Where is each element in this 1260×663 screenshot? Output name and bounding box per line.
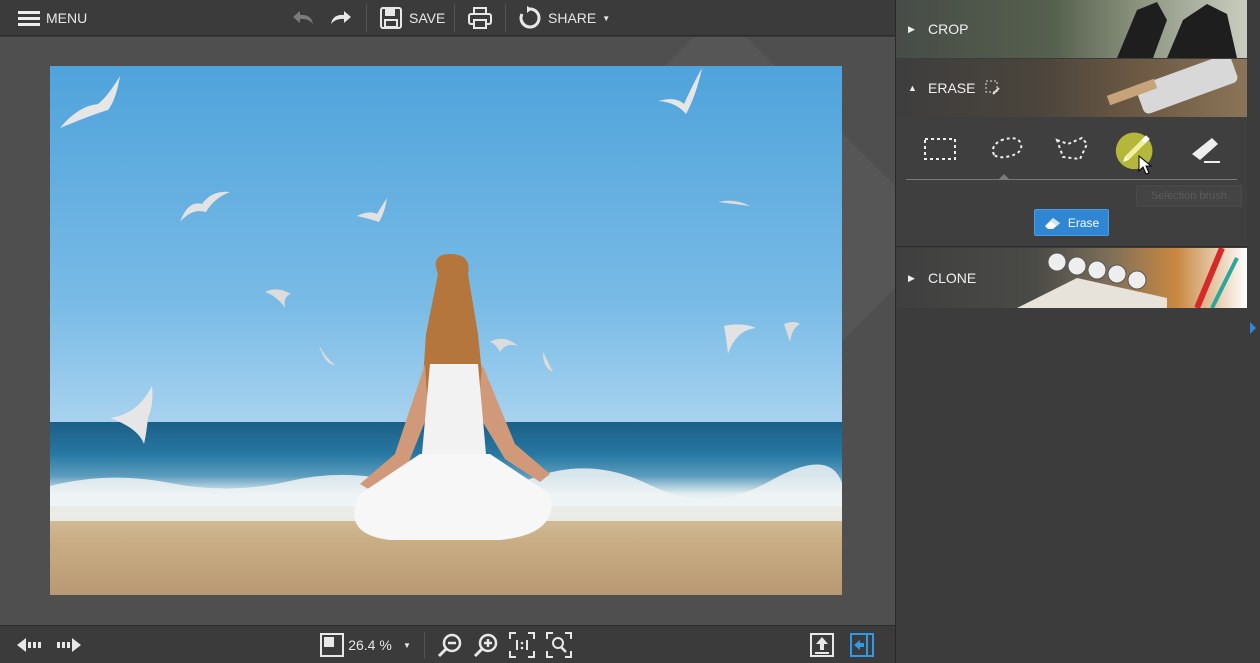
seagull	[718, 200, 750, 206]
seagull	[543, 352, 553, 372]
share-button[interactable]: SHARE ▼	[518, 0, 610, 36]
section-clone[interactable]: ▶ CLONE	[896, 248, 1247, 308]
seagull	[319, 345, 335, 365]
undo-button[interactable]	[290, 0, 316, 36]
toolbar-divider	[454, 4, 455, 32]
section-label: ERASE	[928, 80, 976, 96]
tools-panel: ▶ CROP ▲ ERASE Selection brush Erase ▶ C…	[895, 0, 1260, 663]
print-icon	[468, 7, 492, 29]
panel-scroll-indicator[interactable]	[1250, 322, 1256, 334]
zoom-in-icon	[473, 633, 498, 658]
next-image-button[interactable]	[52, 626, 84, 663]
share-icon	[519, 6, 541, 29]
menu-label: MENU	[46, 10, 88, 26]
save-icon	[380, 7, 402, 29]
fit-to-window-button[interactable]	[318, 626, 346, 663]
share-label: SHARE	[548, 10, 597, 26]
toolbar-divider	[505, 4, 506, 32]
erase-mode-icon	[985, 80, 1001, 95]
seagull	[658, 68, 702, 114]
save-label: SAVE	[409, 10, 446, 26]
polygon-selection-icon	[1055, 136, 1089, 161]
erase-brush-tool[interactable]	[1182, 129, 1226, 169]
bottom-toolbar: 26.4 % ▼	[0, 625, 895, 663]
zoom-out-button[interactable]	[436, 626, 464, 663]
undo-icon	[293, 11, 313, 24]
bottom-divider	[424, 632, 425, 658]
eraser-icon	[1044, 217, 1060, 229]
actual-size-button[interactable]	[508, 626, 536, 663]
selection-brush-tool[interactable]	[1114, 129, 1158, 175]
zoom-out-icon	[437, 633, 462, 658]
lasso-selection-tool[interactable]	[984, 129, 1028, 169]
seagull	[357, 198, 387, 222]
save-button[interactable]: SAVE	[379, 0, 445, 36]
chevron-down-icon: ▼	[403, 640, 411, 650]
seagull	[724, 324, 756, 354]
panel-toggle-icon	[850, 633, 874, 657]
clone-thumbnail-image	[1017, 248, 1239, 308]
rectangle-selection-tool[interactable]	[918, 129, 962, 169]
rectangle-selection-icon	[924, 138, 956, 160]
seagull	[110, 386, 153, 444]
tool-tooltip: Selection brush	[1136, 185, 1242, 207]
fit-icon	[320, 633, 344, 657]
collapse-arrow-icon: ▲	[908, 83, 917, 93]
erase-tools-area: Selection brush Erase	[896, 117, 1247, 247]
zoom-level: 26.4 %	[348, 637, 392, 653]
seagull	[490, 338, 518, 352]
erase-button-label: Erase	[1067, 215, 1100, 230]
seagull	[180, 191, 230, 222]
polygon-selection-tool[interactable]	[1050, 129, 1094, 169]
export-icon	[810, 633, 834, 657]
photo-editor-window: MENU SAVE SHARE ▼ 26.4 % ▼ ▶ CROP ▲ ERAS…	[0, 0, 1260, 663]
tool-track-line	[906, 179, 1237, 180]
lasso-selection-icon	[992, 137, 1023, 159]
erase-brush-icon	[1192, 138, 1220, 163]
mouse-cursor-icon	[1138, 155, 1152, 175]
photo-beach-meditation[interactable]	[50, 66, 842, 595]
seagull	[60, 76, 120, 128]
seagull	[784, 322, 800, 342]
section-erase[interactable]: ▲ ERASE	[896, 59, 1247, 117]
zoom-to-fit-button[interactable]	[545, 626, 573, 663]
expand-arrow-icon: ▶	[908, 272, 915, 283]
redo-icon	[331, 11, 351, 24]
zoom-dropdown-button[interactable]: ▼	[400, 626, 414, 663]
zoom-in-button[interactable]	[472, 626, 500, 663]
previous-image-button[interactable]	[14, 626, 46, 663]
section-label: CROP	[928, 21, 969, 37]
menu-icon	[18, 8, 40, 29]
erase-thumbnail-image	[1106, 59, 1238, 114]
photo-woman	[354, 254, 552, 540]
print-button[interactable]	[467, 0, 493, 36]
crop-thumbnail-image	[1117, 2, 1237, 58]
next-icon	[57, 638, 81, 652]
menu-button[interactable]: MENU	[18, 0, 87, 36]
panel-toggle-button[interactable]	[848, 626, 876, 663]
actual-size-icon	[509, 632, 535, 658]
erase-button[interactable]: Erase	[1034, 209, 1109, 236]
seagull	[265, 289, 291, 308]
top-toolbar: MENU SAVE SHARE ▼	[0, 0, 895, 36]
redo-button[interactable]	[328, 0, 354, 36]
section-crop[interactable]: ▶ CROP	[896, 0, 1247, 58]
expand-arrow-icon: ▶	[908, 23, 915, 34]
toolbar-divider	[366, 4, 367, 32]
chevron-down-icon: ▼	[602, 13, 611, 23]
zoom-fit-icon	[546, 632, 572, 658]
section-label: CLONE	[928, 270, 977, 286]
active-tool-pointer	[998, 174, 1010, 180]
prev-icon	[17, 638, 41, 652]
export-button[interactable]	[808, 626, 836, 663]
image-canvas[interactable]	[0, 37, 895, 625]
